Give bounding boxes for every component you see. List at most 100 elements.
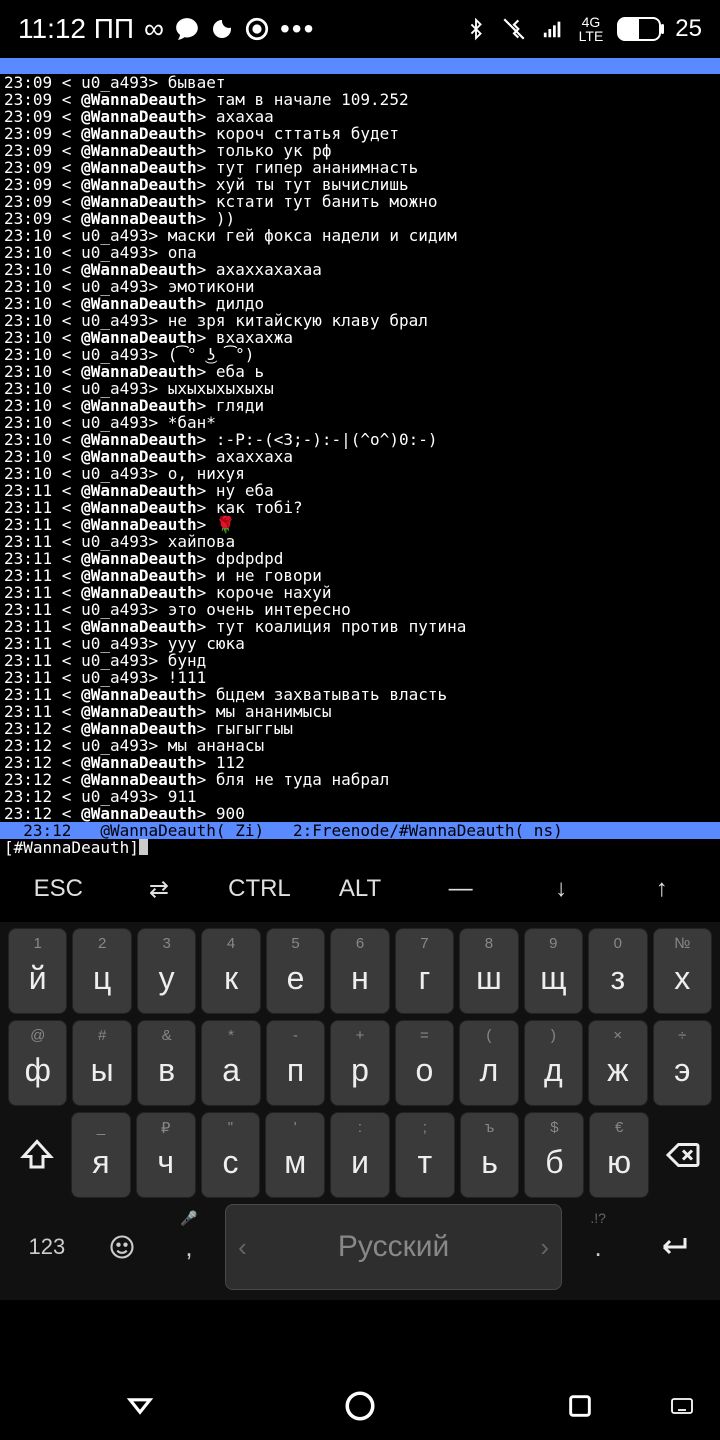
chat-line: 23:09 < @WannaDeauth> кстати тут банить … — [0, 193, 720, 210]
dash-key[interactable]: — — [410, 875, 511, 903]
key-и[interactable]: :и — [330, 1112, 390, 1198]
chat-line: 23:10 < u0_a493> эмотикони — [0, 278, 720, 295]
circle-dot-icon — [244, 16, 270, 42]
chat-line: 23:10 < u0_a493> *бан* — [0, 414, 720, 431]
key-к[interactable]: 4к — [201, 928, 260, 1014]
back-button[interactable] — [122, 1388, 158, 1424]
key-у[interactable]: 3у — [137, 928, 196, 1014]
period-key[interactable]: .!? . — [567, 1204, 629, 1290]
chat-line: 23:11 < @WannaDeauth> 🌹 — [0, 516, 720, 533]
chat-line: 23:11 < @WannaDeauth> ну еба — [0, 482, 720, 499]
navigation-bar — [0, 1372, 720, 1440]
chat-line: 23:12 < @WannaDeauth> бля не туда набрал — [0, 771, 720, 788]
ctrl-key[interactable]: CTRL — [209, 875, 310, 903]
key-а[interactable]: *а — [201, 1020, 260, 1106]
key-я[interactable]: _я — [71, 1112, 131, 1198]
key-ы[interactable]: #ы — [72, 1020, 131, 1106]
irc-input-line[interactable]: [#WannaDeauth] — [0, 839, 720, 856]
key-о[interactable]: =о — [395, 1020, 454, 1106]
chat-line: 23:11 < @WannaDeauth> мы ананимысы — [0, 703, 720, 720]
emoji-key[interactable] — [91, 1204, 153, 1290]
network-label: 4GLTE — [579, 15, 604, 43]
key-р[interactable]: +р — [330, 1020, 389, 1106]
key-й[interactable]: 1й — [8, 928, 67, 1014]
key-с[interactable]: "с — [201, 1112, 261, 1198]
chat-line: 23:09 < u0_a493> бывает — [0, 74, 720, 91]
terminal-topbar — [0, 58, 720, 74]
key-д[interactable]: )д — [524, 1020, 583, 1106]
key-т[interactable]: ;т — [395, 1112, 455, 1198]
infinity-icon: ∞ — [144, 13, 164, 45]
terminal-view[interactable]: 23:09 < u0_a493> бывает 23:09 < @WannaDea… — [0, 58, 720, 856]
chat-line: 23:10 < u0_a493> опа — [0, 244, 720, 261]
key-ч[interactable]: ₽ч — [136, 1112, 196, 1198]
text-cursor — [139, 839, 148, 855]
key-м[interactable]: 'м — [265, 1112, 325, 1198]
chat-line: 23:10 < u0_a493> (͡° ͜ʖ ͡°) — [0, 346, 720, 363]
comma-key[interactable]: 🎤 , — [158, 1204, 220, 1290]
key-ш[interactable]: 8ш — [459, 928, 518, 1014]
numeric-toggle[interactable]: 123 — [8, 1204, 86, 1290]
chat-line: 23:10 < @WannaDeauth> гляди — [0, 397, 720, 414]
key-ф[interactable]: @ф — [8, 1020, 67, 1106]
vibrate-icon — [501, 16, 527, 42]
key-щ[interactable]: 9щ — [524, 928, 583, 1014]
key-з[interactable]: 0з — [588, 928, 647, 1014]
bluetooth-icon — [465, 16, 487, 42]
terminal-extra-keys: ESC ⇄ CTRL ALT — ↓ ↑ — [0, 856, 720, 922]
home-button[interactable] — [342, 1388, 378, 1424]
key-ь[interactable]: ъь — [460, 1112, 520, 1198]
next-lang-icon: › — [540, 1232, 549, 1263]
chat-line: 23:10 < @WannaDeauth> дилдо — [0, 295, 720, 312]
shift-key[interactable] — [8, 1112, 66, 1198]
chat-line: 23:11 < @WannaDeauth> бцдем захватывать … — [0, 686, 720, 703]
key-н[interactable]: 6н — [330, 928, 389, 1014]
tab-key[interactable]: ⇄ — [109, 875, 210, 904]
key-б[interactable]: $б — [524, 1112, 584, 1198]
key-е[interactable]: 5е — [266, 928, 325, 1014]
key-г[interactable]: 7г — [395, 928, 454, 1014]
moon-icon — [210, 17, 234, 41]
keyboard-switch-button[interactable] — [664, 1388, 700, 1424]
chat-line: 23:12 < @WannaDeauth> гыгыггыы — [0, 720, 720, 737]
chat-line: 23:09 < @WannaDeauth> хуй ты тут вычисли… — [0, 176, 720, 193]
down-key[interactable]: ↓ — [511, 875, 612, 903]
chat-line: 23:11 < @WannaDeauth> как тобі? — [0, 499, 720, 516]
chat-line: 23:12 < @WannaDeauth> 112 — [0, 754, 720, 771]
spacebar[interactable]: ‹ Русский › — [225, 1204, 562, 1290]
key-ц[interactable]: 2ц — [72, 928, 131, 1014]
chat-line: 23:10 < @WannaDeauth> :-P:-(<3;-):-|(^o^… — [0, 431, 720, 448]
key-х[interactable]: №х — [653, 928, 712, 1014]
key-э[interactable]: ÷э — [653, 1020, 712, 1106]
chat-line: 23:09 < @WannaDeauth> тут гипер ананимна… — [0, 159, 720, 176]
signal-icon — [541, 18, 565, 40]
enter-key[interactable] — [634, 1204, 712, 1290]
chat-line: 23:10 < u0_a493> о, нихуя — [0, 465, 720, 482]
key-в[interactable]: &в — [137, 1020, 196, 1106]
key-л[interactable]: (л — [459, 1020, 518, 1106]
chat-line: 23:10 < u0_a493> не зря китайскую клаву … — [0, 312, 720, 329]
chat-line: 23:09 < @WannaDeauth> только ук рф — [0, 142, 720, 159]
key-ж[interactable]: ×ж — [588, 1020, 647, 1106]
recents-button[interactable] — [562, 1388, 598, 1424]
chat-line: 23:09 < @WannaDeauth> короч сттатья буде… — [0, 125, 720, 142]
input-prompt: [#WannaDeauth] — [4, 839, 139, 856]
chat-bubble-icon — [174, 16, 200, 42]
chat-line: 23:11 < @WannaDeauth> короче нахуй — [0, 584, 720, 601]
chat-line: 23:10 < @WannaDeauth> ахаххахахаа — [0, 261, 720, 278]
esc-key[interactable]: ESC — [8, 875, 109, 903]
alt-key[interactable]: ALT — [310, 875, 411, 903]
battery-icon — [617, 17, 661, 41]
chat-line: 23:10 < @WannaDeauth> ахаххаха — [0, 448, 720, 465]
chat-line: 23:11 < u0_a493> хайпова — [0, 533, 720, 550]
chat-line: 23:10 < u0_a493> маски гей фокса надели … — [0, 227, 720, 244]
up-key[interactable]: ↑ — [611, 875, 712, 903]
chat-line: 23:11 < @WannaDeauth> тут коалиция проти… — [0, 618, 720, 635]
soft-keyboard: 1й2ц3у4к5е6н7г8ш9щ0з№х @ф#ы&в*а-п+р=о(л)… — [0, 922, 720, 1300]
key-п[interactable]: -п — [266, 1020, 325, 1106]
key-ю[interactable]: €ю — [589, 1112, 649, 1198]
spacebar-label: Русский — [338, 1230, 449, 1264]
chat-line: 23:12 < @WannaDeauth> 900 — [0, 805, 720, 822]
backspace-key[interactable] — [654, 1112, 712, 1198]
chat-line: 23:10 < @WannaDeauth> еба ь — [0, 363, 720, 380]
